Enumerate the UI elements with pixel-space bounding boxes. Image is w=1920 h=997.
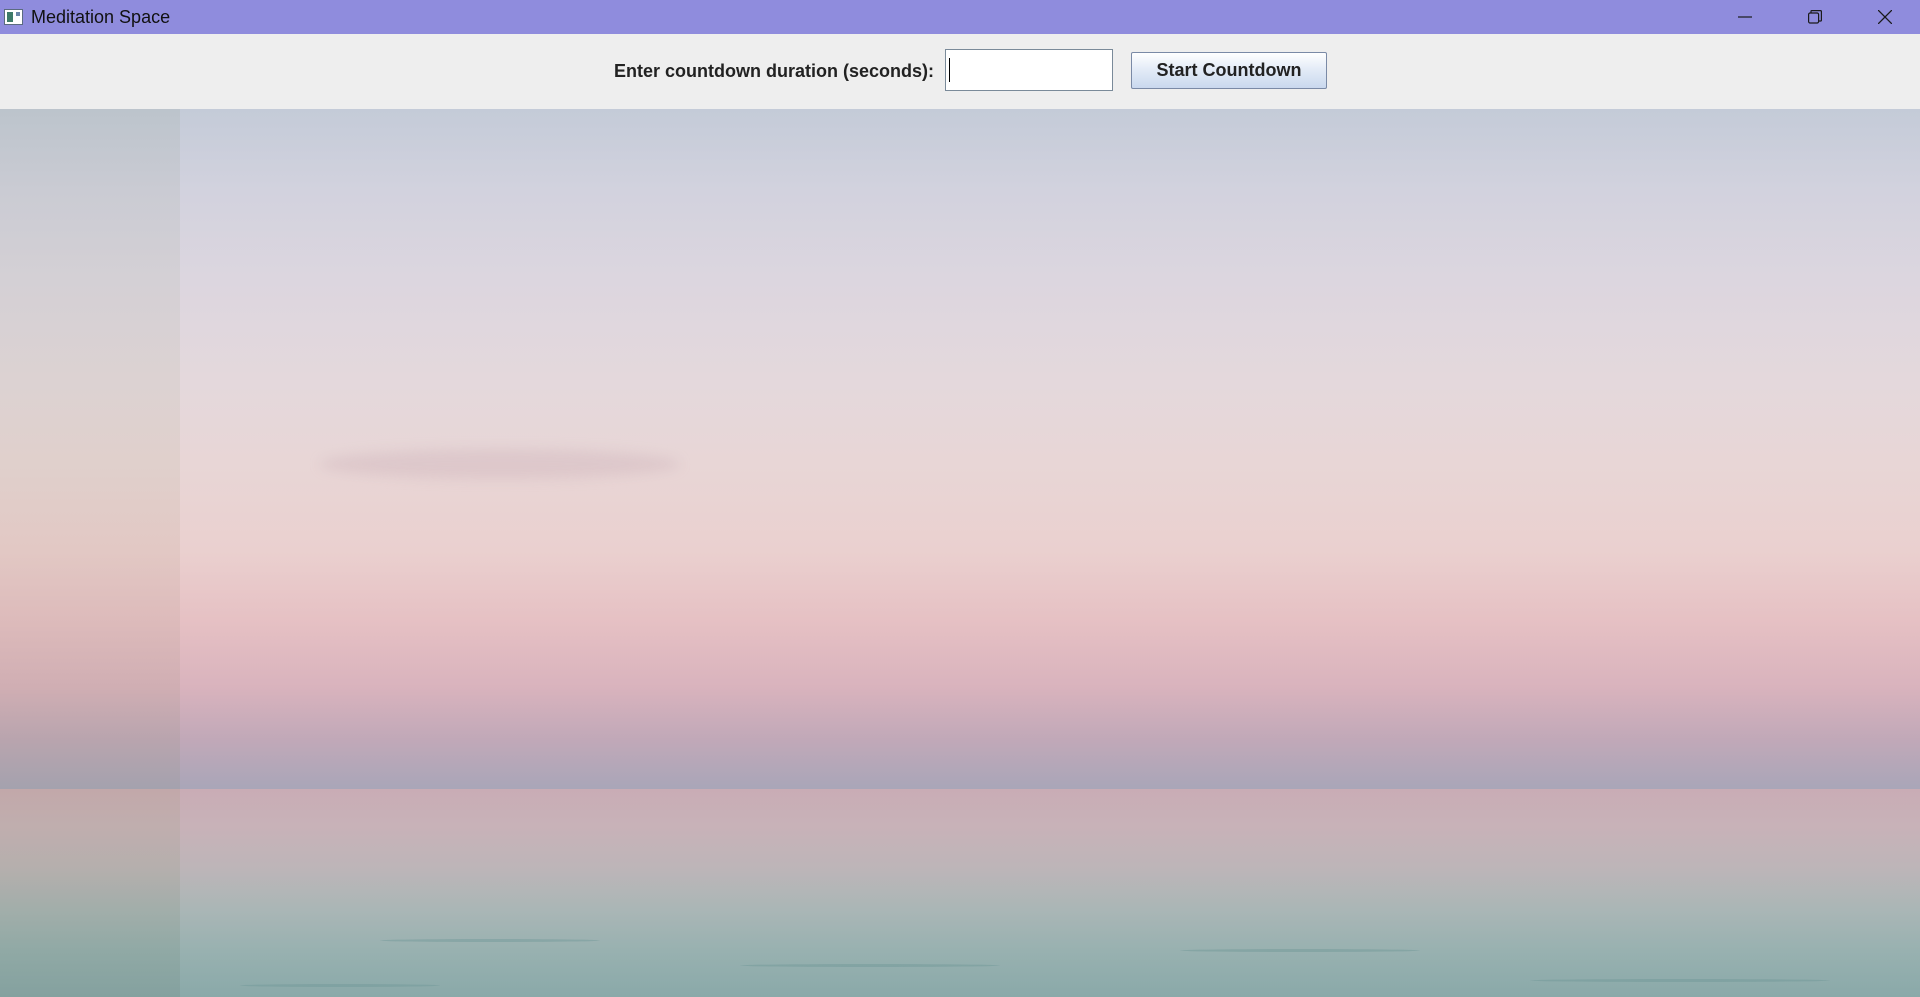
countdown-panel: Enter countdown duration (seconds): Star… — [0, 34, 1920, 109]
close-button[interactable] — [1850, 0, 1920, 34]
duration-input[interactable] — [945, 49, 1113, 91]
wave — [1180, 949, 1420, 952]
sea — [0, 789, 180, 997]
title-bar[interactable]: Meditation Space — [0, 0, 1920, 34]
start-countdown-button[interactable]: Start Countdown — [1131, 52, 1327, 89]
wave — [380, 939, 600, 942]
sky — [0, 109, 180, 789]
ocean-sunset-image — [0, 109, 1920, 997]
window-title: Meditation Space — [31, 6, 171, 27]
close-icon — [1878, 10, 1892, 24]
wave — [740, 964, 1000, 967]
app-window: Meditation Space Enter countdown duratio… — [0, 0, 1920, 997]
restore-button[interactable] — [1780, 0, 1850, 34]
background-main — [180, 109, 1920, 997]
text-caret — [949, 58, 950, 82]
cloud-wisp — [320, 449, 680, 479]
window-controls — [1710, 0, 1920, 34]
minimize-icon — [1738, 16, 1752, 18]
background-left-strip — [0, 109, 180, 997]
minimize-button[interactable] — [1710, 0, 1780, 34]
wave — [240, 984, 440, 987]
duration-prompt-label: Enter countdown duration (seconds): — [614, 61, 934, 81]
app-icon — [4, 9, 23, 25]
sea — [180, 789, 1920, 997]
wave — [1530, 979, 1830, 982]
restore-icon — [1808, 10, 1822, 24]
